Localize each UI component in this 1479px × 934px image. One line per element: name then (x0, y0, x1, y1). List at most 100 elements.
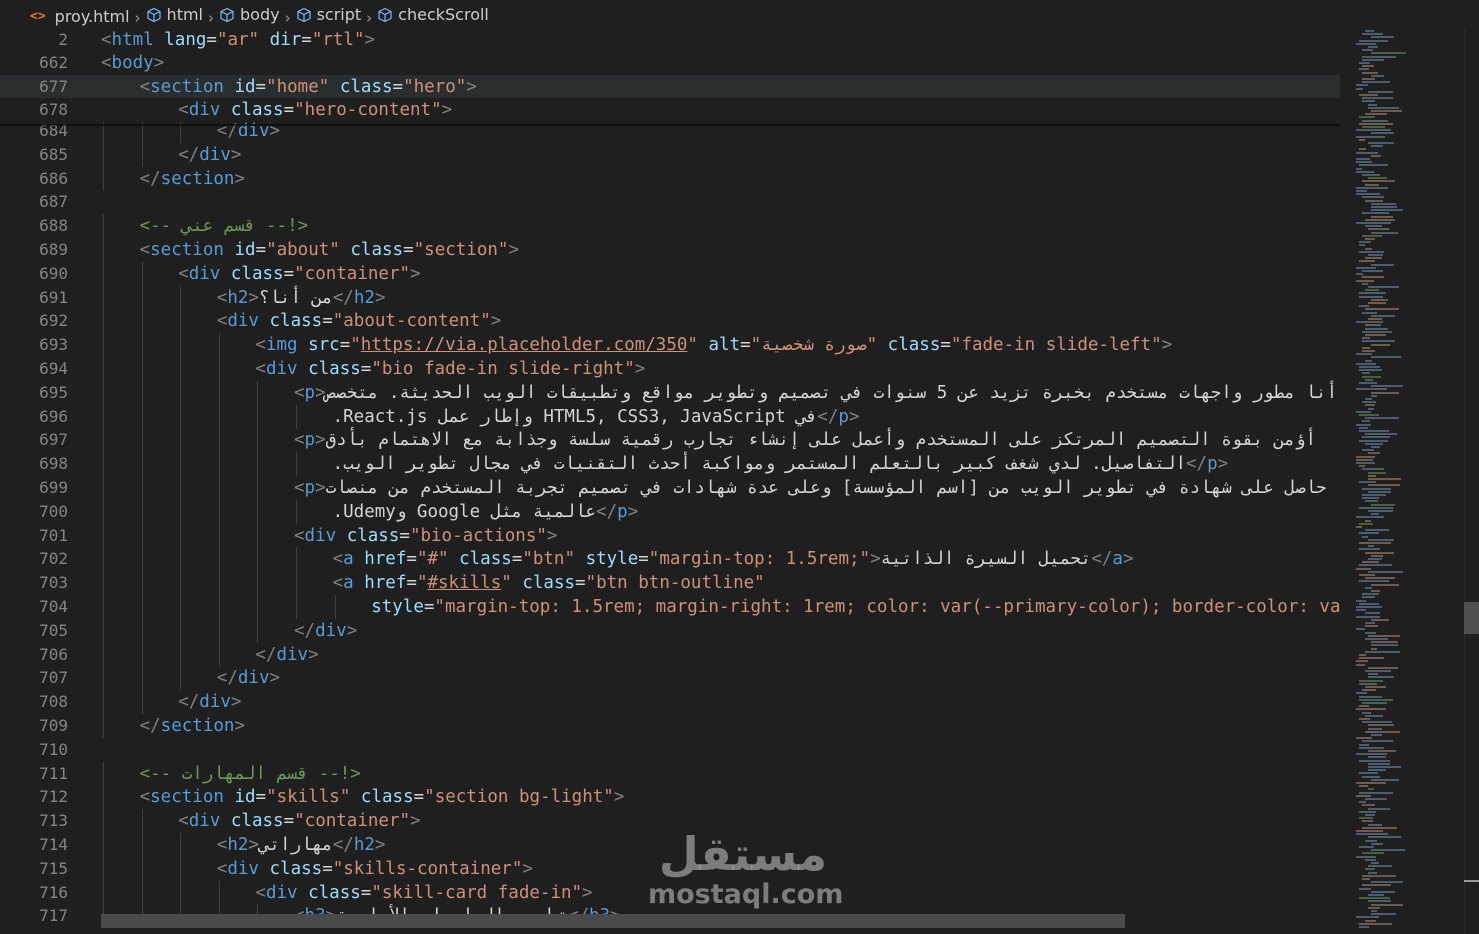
minimap-line (1359, 138, 1365, 141)
minimap-line (1365, 324, 1381, 327)
code-line[interactable]: 712 <section id="skills" class="section b… (0, 785, 1340, 810)
breadcrumb-item-html[interactable]: html (146, 5, 203, 24)
token-tag: > (234, 168, 245, 189)
code-line[interactable]: 707 </div> (0, 666, 1340, 691)
token-av: "#" (416, 549, 449, 570)
token-tag: </ (178, 692, 200, 713)
code-line[interactable]: 690 <div class="container"> (0, 261, 1340, 286)
token-tag: > (230, 692, 242, 713)
code-line[interactable]: 705 </div> (0, 618, 1340, 643)
code-line[interactable]: 711 <!-- قسم المهارات --> (0, 761, 1340, 786)
token-tag: > (848, 406, 860, 427)
minimap-line (1356, 42, 1376, 45)
minimap-line (1371, 849, 1405, 852)
minimap-line (1362, 330, 1392, 333)
breadcrumb-item-script[interactable]: script (296, 5, 362, 25)
minimap-line (1362, 702, 1387, 704)
minimap-line (1359, 481, 1376, 484)
token-an: class (360, 787, 414, 808)
code-line[interactable]: 703 <a href="#skills" class="btn btn-outl… (0, 571, 1340, 596)
token-an: class (522, 573, 576, 594)
code-line[interactable]: 684 </div> (0, 119, 1340, 143)
minimap-line (1371, 583, 1399, 586)
code-line[interactable]: 693 <img src="https://via.placeholder.com… (0, 333, 1340, 358)
sticky-code-line[interactable]: 2 <html lang="ar" dir="rtl"> (0, 28, 1340, 52)
minimap[interactable] (1340, 28, 1464, 934)
line-number: 713 (39, 811, 68, 831)
minimap-line (1362, 282, 1368, 285)
scrollbar-marker (1464, 880, 1479, 882)
code-line[interactable]: 686 </section> (0, 166, 1340, 191)
minimap-line (1371, 647, 1377, 650)
indent-guide (141, 357, 143, 381)
code-line[interactable]: 687 (0, 190, 1340, 214)
minimap-line (1368, 545, 1374, 548)
vertical-scrollbar-thumb[interactable] (1464, 602, 1479, 634)
code-line[interactable]: 700 عالمية مثل Google وUdemy.</p> (0, 499, 1340, 524)
token-an: id (234, 76, 256, 97)
minimap-line (1371, 215, 1393, 218)
token-tag: </ (596, 501, 618, 522)
token-tag: </ (294, 620, 316, 641)
sticky-code-line[interactable]: 678 <div class="hero-content"> (0, 98, 1340, 123)
vertical-scrollbar[interactable] (1464, 28, 1479, 934)
indent-guide (141, 571, 143, 596)
code-line[interactable]: 696 في HTML5, CSS3, JavaScript وإطار عمل … (0, 404, 1340, 429)
minimap-line (1356, 362, 1376, 365)
token-an: class (269, 311, 323, 332)
minimap-line (1365, 798, 1387, 800)
minimap-line (1371, 554, 1383, 557)
minimap-line (1365, 714, 1383, 717)
line-content: <div class="hero-content"> (178, 98, 452, 122)
minimap-line (1371, 145, 1383, 148)
minimap-line (1368, 900, 1391, 903)
token-av: "btn" (522, 549, 576, 570)
code-line[interactable]: 704 style="margin-top: 1.5rem; margin-rig… (0, 595, 1340, 619)
code-line[interactable]: 701 <div class="bio-actions"> (0, 523, 1340, 548)
indent-guide (103, 666, 104, 691)
indent-guide (141, 690, 143, 715)
code-line[interactable]: 695 <p>أنا مطور واجهات مستخدم بخبرة تزيد … (0, 380, 1340, 405)
line-number: 697 (39, 430, 68, 450)
token-av: "margin-top: 1.5rem; margin-right: 1rem;… (434, 597, 1340, 617)
minimap-line (1365, 378, 1373, 381)
code-line[interactable]: 694 <div class="bio fade-in slide-right"> (0, 357, 1340, 381)
breadcrumb-file[interactable]: <> proy.html (30, 7, 130, 26)
code-line[interactable]: 708 </div> (0, 690, 1340, 715)
indent-guide (218, 571, 220, 596)
code-line[interactable]: 698 التفاصيل. لدي شغف كبير بالتعلم المستم… (0, 452, 1340, 477)
code-line[interactable]: 709 </section> (0, 714, 1340, 738)
code-line[interactable]: 699 <p>حاصل على شهادة في تطوير الويب من [… (0, 476, 1340, 500)
code-line[interactable]: 710 (0, 738, 1340, 762)
sticky-code-line[interactable]: 677 <section id="home" class="hero"> (0, 74, 1340, 99)
line-content: <div class="skill-card fade-in"> (255, 881, 592, 905)
minimap-line (1365, 257, 1382, 260)
token-tag: </ (817, 406, 839, 427)
token-tn: section (150, 240, 224, 260)
breadcrumb-item-body[interactable]: body (219, 5, 280, 24)
indent-guide (103, 642, 104, 667)
token-tn: p (617, 501, 628, 522)
sticky-code-line[interactable]: 662 <body> (0, 51, 1340, 76)
code-area[interactable]: 684 </div> 685 </div> 686 </section> 687 688 <!-… (0, 28, 1340, 934)
code-line[interactable]: 691 <h2>من أنا؟</h2> (0, 285, 1340, 310)
token-av: "hero" (403, 76, 467, 97)
indent-guide (103, 166, 104, 191)
code-line[interactable]: 689 <section id="about" class="section"> (0, 238, 1340, 262)
breadcrumb-item-checkscroll[interactable]: checkScroll (377, 5, 489, 24)
code-line[interactable]: 692 <div class="about-content"> (0, 309, 1340, 334)
token-av: "fade-in slide-left" (950, 335, 1162, 356)
token-tn: section (150, 76, 224, 97)
code-line[interactable]: 706 </div> (0, 642, 1340, 667)
code-line[interactable]: 688 <!-- قسم عني --> (0, 214, 1340, 239)
token-av: "section" (413, 240, 509, 260)
token-an: alt (708, 335, 741, 356)
token-tag: > (870, 549, 881, 570)
horizontal-scrollbar-thumb[interactable] (101, 914, 1125, 928)
code-line[interactable]: 702 <a href="#" class="btn" style="margin… (0, 547, 1340, 572)
code-line[interactable]: 685 </div> (0, 142, 1340, 167)
code-line[interactable]: 697 <p>أؤمن بقوة التصميم المرتكز على المس… (0, 428, 1340, 453)
breadcrumb-item-label: script (316, 5, 362, 25)
indent-guide (180, 357, 182, 381)
token-sp (259, 30, 270, 50)
